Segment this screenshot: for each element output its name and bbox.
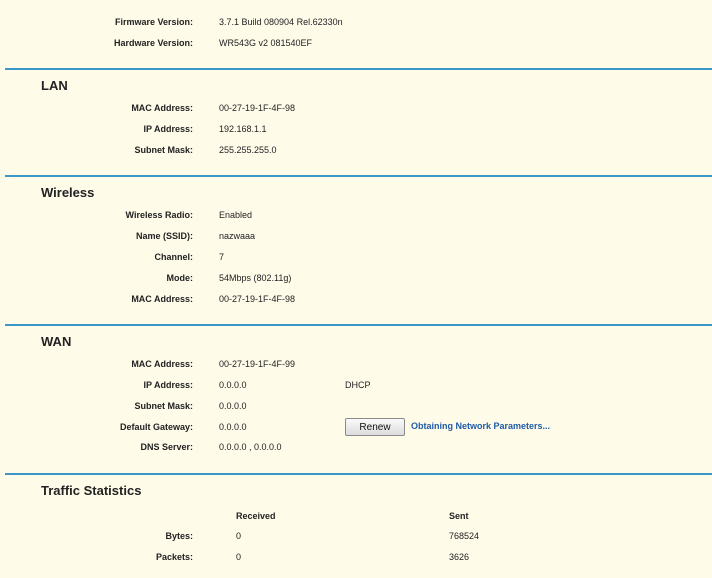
- lan-mask-row: Subnet Mask: 255.255.255.0: [0, 145, 712, 159]
- wan-ip-row: IP Address: 0.0.0.0 DHCP: [0, 380, 712, 394]
- wireless-mac-label: MAC Address:: [131, 294, 193, 304]
- lan-ip-label: IP Address:: [143, 124, 193, 134]
- firmware-value: 3.7.1 Build 080904 Rel.62330n: [219, 17, 343, 27]
- traffic-bytes-received: 0: [236, 531, 242, 541]
- renew-status-text: Obtaining Network Parameters...: [411, 421, 551, 431]
- wireless-title: Wireless: [41, 185, 95, 200]
- wireless-mac-row: MAC Address: 00-27-19-1F-4F-98: [0, 294, 712, 308]
- wan-connection-type: DHCP: [345, 380, 371, 390]
- wan-gateway-label: Default Gateway:: [119, 422, 193, 432]
- renew-button[interactable]: Renew: [345, 418, 405, 436]
- wan-mask-label: Subnet Mask:: [134, 401, 193, 411]
- traffic-col-sent: Sent: [449, 511, 469, 521]
- section-divider: [5, 68, 712, 70]
- firmware-row: Firmware Version: 3.7.1 Build 080904 Rel…: [0, 17, 712, 31]
- status-page: Firmware Version: 3.7.1 Build 080904 Rel…: [0, 0, 712, 578]
- lan-mask-value: 255.255.255.0: [219, 145, 277, 155]
- wan-mask-row: Subnet Mask: 0.0.0.0: [0, 401, 712, 415]
- lan-mask-label: Subnet Mask:: [134, 145, 193, 155]
- traffic-header-row: Received Sent: [0, 511, 712, 525]
- wireless-ssid-label: Name (SSID):: [135, 231, 193, 241]
- wan-mac-label: MAC Address:: [131, 359, 193, 369]
- traffic-bytes-row: Bytes: 0 768524: [0, 531, 712, 545]
- traffic-packets-label: Packets:: [155, 552, 193, 562]
- hardware-row: Hardware Version: WR543G v2 081540EF: [0, 38, 712, 52]
- wireless-channel-row: Channel: 7: [0, 252, 712, 266]
- wan-gateway-value: 0.0.0.0: [219, 422, 247, 432]
- wireless-radio-label: Wireless Radio:: [125, 210, 193, 220]
- wireless-channel-value: 7: [219, 252, 225, 262]
- section-divider: [5, 175, 712, 177]
- lan-mac-row: MAC Address: 00-27-19-1F-4F-98: [0, 103, 712, 117]
- lan-ip-value: 192.168.1.1: [219, 124, 267, 134]
- firmware-label: Firmware Version:: [114, 17, 193, 27]
- wireless-channel-label: Channel:: [154, 252, 193, 262]
- wan-dns-row: DNS Server: 0.0.0.0 , 0.0.0.0: [0, 442, 712, 456]
- wan-ip-value: 0.0.0.0: [219, 380, 247, 390]
- wan-mask-value: 0.0.0.0: [219, 401, 247, 411]
- traffic-title: Traffic Statistics: [41, 483, 142, 498]
- wireless-ssid-row: Name (SSID): nazwaaa: [0, 231, 712, 245]
- traffic-packets-row: Packets: 0 3626: [0, 552, 712, 566]
- traffic-col-received: Received: [236, 511, 276, 521]
- section-divider: [5, 324, 712, 326]
- wireless-mode-row: Mode: 54Mbps (802.11g): [0, 273, 712, 287]
- lan-title: LAN: [41, 78, 68, 93]
- hardware-label: Hardware Version:: [113, 38, 193, 48]
- traffic-packets-sent: 3626: [449, 552, 470, 562]
- wan-dns-value: 0.0.0.0 , 0.0.0.0: [219, 442, 282, 452]
- traffic-packets-received: 0: [236, 552, 242, 562]
- lan-ip-row: IP Address: 192.168.1.1: [0, 124, 712, 138]
- wan-dns-label: DNS Server:: [140, 442, 193, 452]
- lan-mac-value: 00-27-19-1F-4F-98: [219, 103, 296, 113]
- wireless-radio-value: Enabled: [219, 210, 253, 220]
- wireless-mode-value: 54Mbps (802.11g): [219, 273, 292, 283]
- wireless-radio-row: Wireless Radio: Enabled: [0, 210, 712, 224]
- wireless-ssid-value: nazwaaa: [219, 231, 256, 241]
- wan-mac-row: MAC Address: 00-27-19-1F-4F-99: [0, 359, 712, 373]
- lan-mac-label: MAC Address:: [131, 103, 193, 113]
- traffic-bytes-label: Bytes:: [165, 531, 193, 541]
- wan-title: WAN: [41, 334, 72, 349]
- section-divider: [5, 473, 712, 475]
- wan-ip-label: IP Address:: [143, 380, 193, 390]
- wireless-mode-label: Mode:: [166, 273, 194, 283]
- wan-mac-value: 00-27-19-1F-4F-99: [219, 359, 296, 369]
- hardware-value: WR543G v2 081540EF: [219, 38, 313, 48]
- wireless-mac-value: 00-27-19-1F-4F-98: [219, 294, 296, 304]
- traffic-bytes-sent: 768524: [449, 531, 480, 541]
